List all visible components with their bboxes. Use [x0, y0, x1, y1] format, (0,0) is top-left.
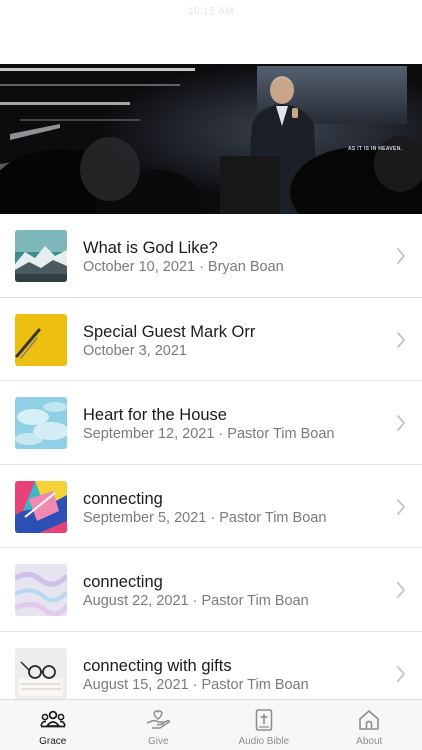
sermon-thumbnail — [15, 480, 67, 533]
chevron-right-icon — [397, 331, 405, 348]
sermon-thumbnail — [15, 397, 67, 450]
sermon-row[interactable]: connecting September 5, 2021 · Pastor Ti… — [0, 465, 422, 549]
sermon-row[interactable]: Heart for the House September 12, 2021 ·… — [0, 381, 422, 465]
tab-about[interactable]: About — [317, 700, 422, 750]
sermon-title: What is God Like? — [83, 239, 218, 257]
sermon-row[interactable]: What is God Like? October 10, 2021 · Bry… — [0, 214, 422, 298]
sermon-subtitle: August 15, 2021 · Pastor Tim Boan — [83, 676, 309, 693]
tab-label: Audio Bible — [238, 736, 290, 747]
sermon-title: Special Guest Mark Orr — [83, 322, 256, 341]
tab-label: About — [356, 736, 383, 747]
sermon-thumbnail — [15, 647, 67, 700]
hero-banner[interactable]: AS IT IS IN HEAVEN. — [0, 64, 422, 214]
sermon-title: connecting — [83, 489, 163, 508]
chevron-right-icon — [397, 666, 405, 682]
hero-image — [0, 64, 422, 214]
status-time: 10:15 AM — [187, 6, 235, 17]
sermon-title: connecting with gifts — [83, 656, 232, 675]
hand-heart-icon — [146, 710, 171, 729]
tab-grace[interactable]: Grace — [0, 700, 106, 750]
sermon-row[interactable]: Special Guest Mark Orr October 3, 2021 — [0, 298, 422, 382]
sermon-thumbnail — [15, 564, 67, 617]
hero-screen-caption: AS IT IS IN HEAVEN. — [348, 146, 403, 152]
chevron-right-icon — [397, 582, 405, 599]
chevron-right-icon — [397, 415, 405, 432]
chevron-right-icon — [397, 248, 405, 264]
sermon-subtitle: August 22, 2021 · Pastor Tim Boan — [83, 593, 309, 610]
tab-label: Grace — [39, 736, 67, 747]
sermon-thumbnail — [15, 230, 67, 282]
sermon-title: Heart for the House — [83, 406, 227, 425]
sermon-thumbnail — [15, 313, 67, 366]
sermon-row[interactable]: connecting August 22, 2021 · Pastor Tim … — [0, 548, 422, 632]
tab-audio-bible[interactable]: Audio Bible — [211, 700, 317, 750]
sermon-subtitle: October 3, 2021 — [83, 342, 187, 359]
chevron-right-icon — [397, 498, 405, 515]
sermon-subtitle: October 10, 2021 · Bryan Boan — [83, 259, 284, 275]
tab-bar: Grace Give Audio Bible About — [0, 699, 422, 750]
sermon-title: connecting — [83, 573, 163, 592]
bible-icon — [255, 709, 273, 731]
people-icon — [39, 710, 66, 728]
sermon-subtitle: September 12, 2021 · Pastor Tim Boan — [83, 426, 335, 443]
tab-give[interactable]: Give — [106, 700, 212, 750]
home-icon — [359, 710, 380, 730]
sermon-subtitle: September 5, 2021 · Pastor Tim Boan — [83, 509, 327, 526]
status-bar: 10:15 AM — [0, 0, 422, 64]
tab-label: Give — [147, 736, 169, 747]
sermon-list: What is God Like? October 10, 2021 · Bry… — [0, 214, 422, 716]
